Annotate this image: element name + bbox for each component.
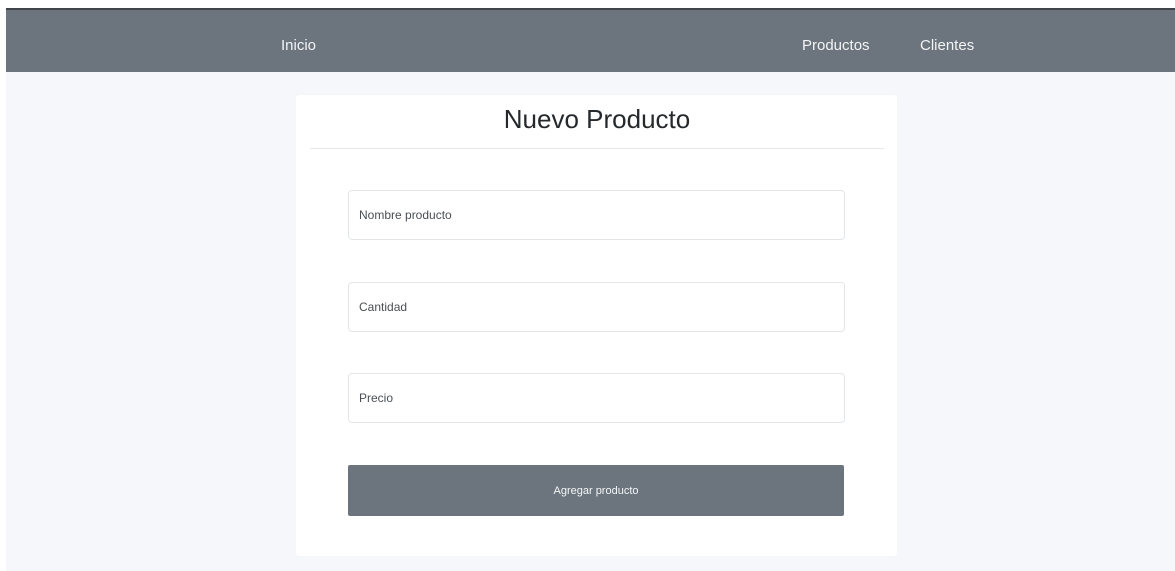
card-header: Nuevo Producto	[310, 95, 884, 149]
nav-link-inicio[interactable]: Inicio	[281, 10, 316, 72]
price-input[interactable]	[348, 373, 845, 423]
new-product-card: Nuevo Producto Agregar producto	[296, 95, 897, 556]
nav-link-clientes[interactable]: Clientes	[920, 10, 974, 72]
add-product-button[interactable]: Agregar producto	[348, 465, 844, 516]
quantity-input[interactable]	[348, 282, 845, 332]
window-top-strip	[0, 0, 1175, 8]
product-name-input[interactable]	[348, 190, 845, 240]
top-navbar: Inicio Productos Clientes	[6, 8, 1175, 72]
nav-link-productos[interactable]: Productos	[802, 10, 870, 72]
page-title: Nuevo Producto	[503, 104, 691, 134]
